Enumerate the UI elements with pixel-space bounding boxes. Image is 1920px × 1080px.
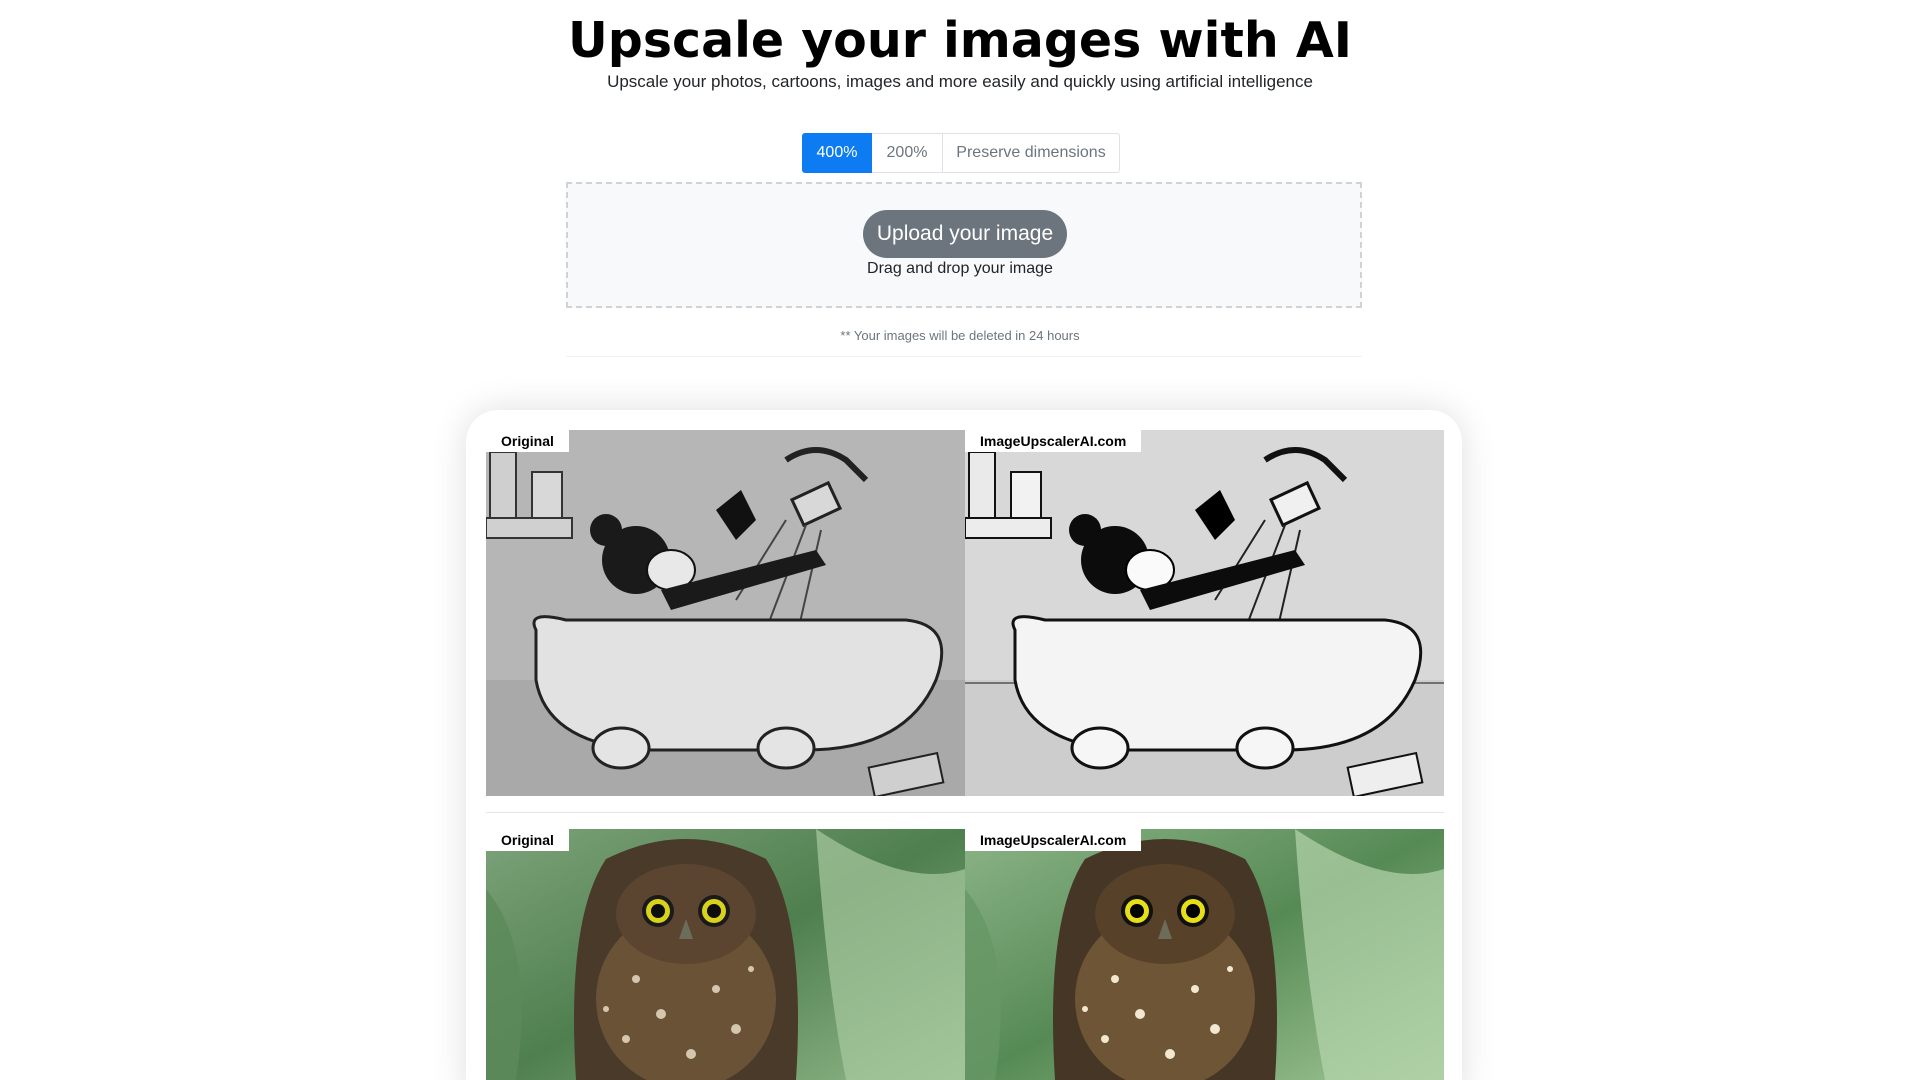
scale-option-group: 400% 200% Preserve dimensions [802, 133, 1120, 173]
cartoon-bathtub-upscaled-image [965, 430, 1444, 796]
scale-option-400[interactable]: 400% [802, 133, 872, 173]
deletion-note: ** Your images will be deleted in 24 hou… [840, 328, 1080, 343]
owl-photo-upscaled-image [965, 829, 1444, 1080]
section-divider [566, 356, 1362, 357]
original-label: Original [486, 829, 569, 851]
upload-image-button[interactable]: Upload your image [863, 210, 1067, 258]
example-cartoon-upscaled: ImageUpscalerAI.com [965, 430, 1444, 796]
scale-option-200[interactable]: 200% [872, 133, 943, 173]
upscaled-label: ImageUpscalerAI.com [965, 829, 1142, 851]
example-owl-original: Original [486, 829, 965, 1080]
example-owl-upscaled: ImageUpscalerAI.com [965, 829, 1444, 1080]
example-cartoon-original: Original [486, 430, 965, 796]
cartoon-bathtub-image [486, 430, 965, 796]
example-row-divider [486, 812, 1444, 813]
upscaled-label: ImageUpscalerAI.com [965, 430, 1142, 452]
drag-drop-hint: Drag and drop your image [867, 260, 1053, 277]
page-subtitle: Upscale your photos, cartoons, images an… [607, 72, 1313, 91]
scale-option-preserve-dimensions[interactable]: Preserve dimensions [943, 133, 1120, 173]
owl-photo-image [486, 829, 965, 1080]
page-title: Upscale your images with AI [568, 12, 1352, 69]
page: Upscale your images with AI Upscale your… [0, 0, 1920, 1080]
original-label: Original [486, 430, 569, 452]
